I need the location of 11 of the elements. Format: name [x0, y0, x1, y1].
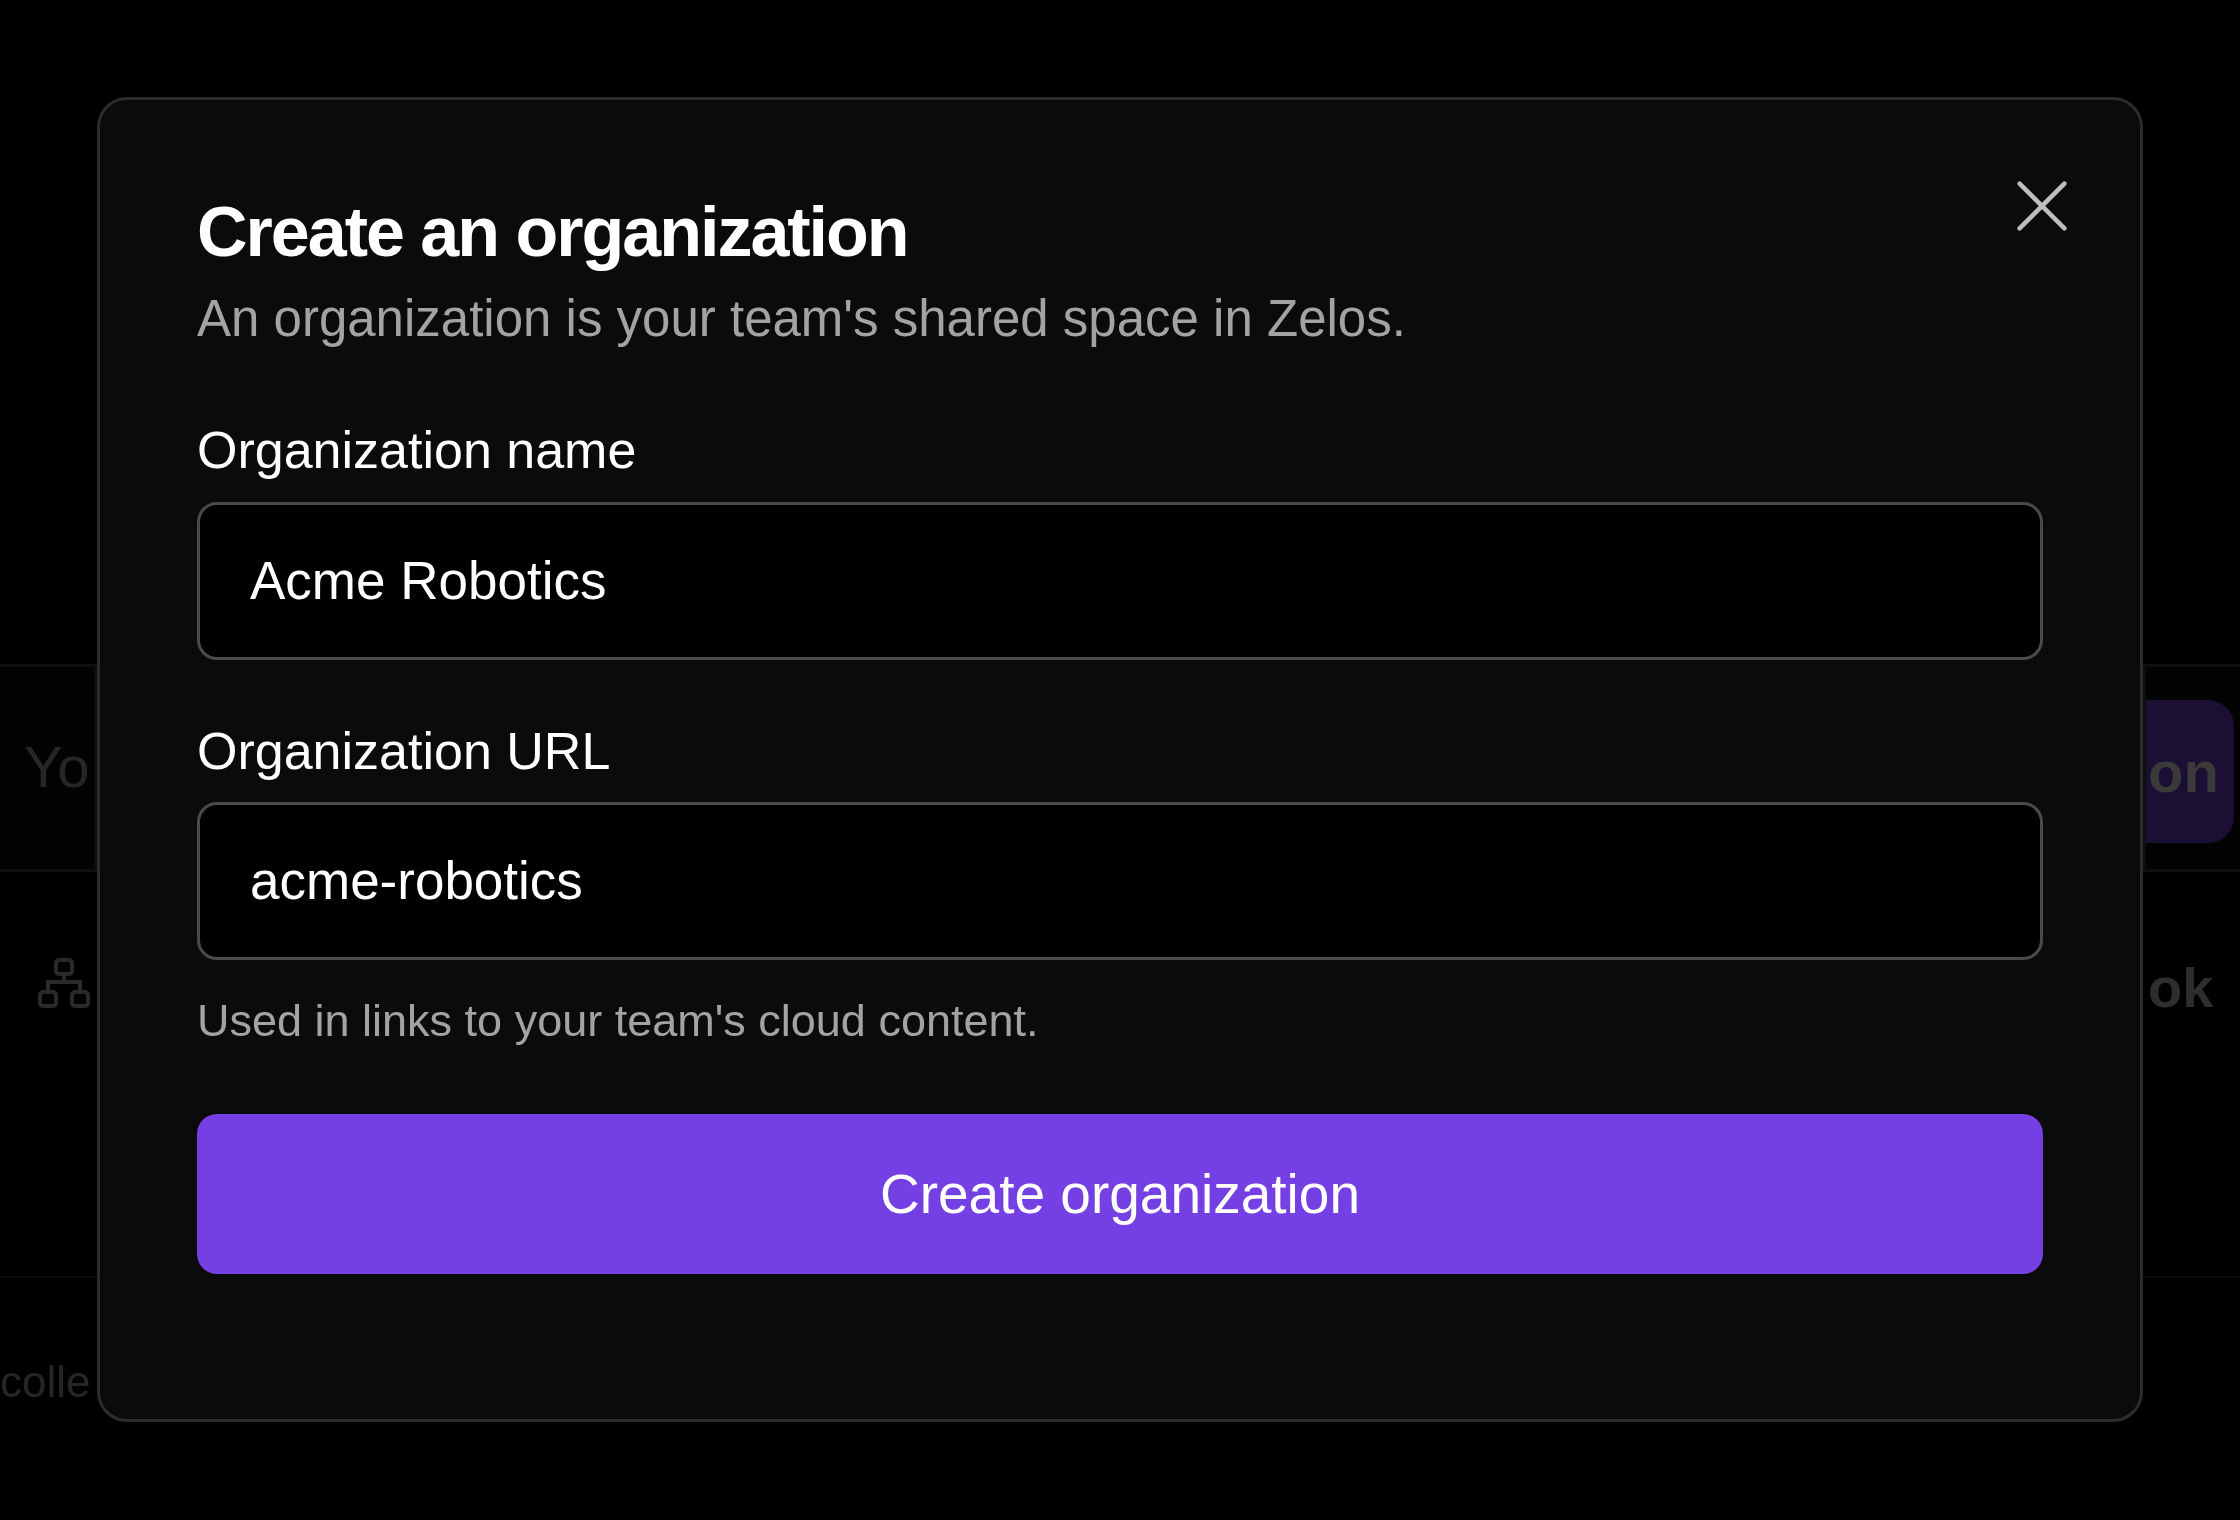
close-icon: [2014, 178, 2070, 234]
field-label: Organization name: [197, 420, 638, 482]
field-label: Organization URL: [197, 720, 612, 782]
create-button[interactable]: Create organization: [197, 1113, 2043, 1274]
hierarchy-icon: [38, 958, 90, 1010]
dialog-title: Create an organization: [197, 192, 909, 273]
input-field[interactable]: acme-robotics: [197, 801, 2043, 960]
close-button[interactable]: [2014, 178, 2070, 234]
input-field[interactable]: Acme Robotics: [197, 501, 2043, 660]
dialog-subtitle: An organization is your team's shared space in Zelos.: [197, 289, 1407, 349]
help-text: Used in links to your team's cloud content.: [197, 993, 1040, 1048]
